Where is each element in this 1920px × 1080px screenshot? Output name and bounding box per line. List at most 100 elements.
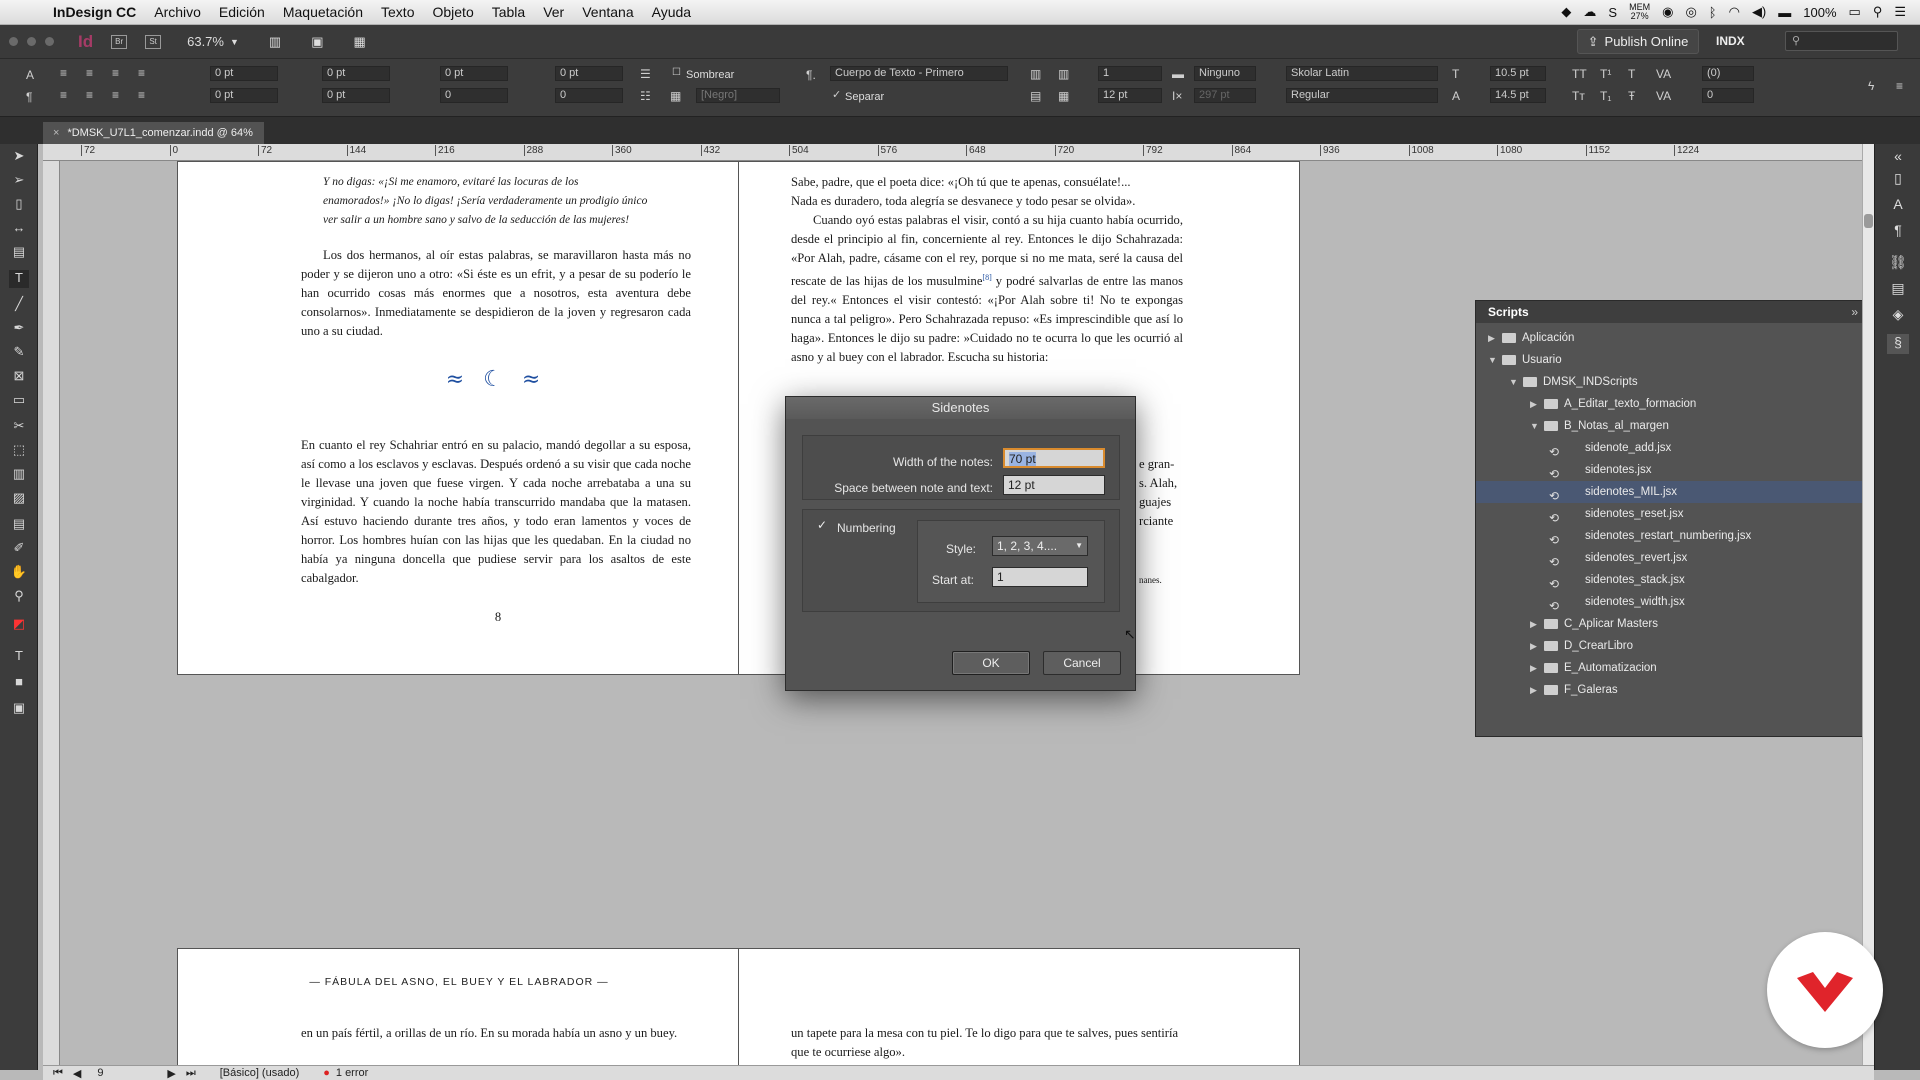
columns-field[interactable]: 1 <box>1098 66 1162 81</box>
horizontal-ruler[interactable]: 72 0 72 144 216 288 360 432 504 576 648 720 792 864 93… <box>43 144 1869 161</box>
chevron-down-icon[interactable]: ▼ <box>230 37 239 47</box>
underline-icon[interactable]: T <box>1628 67 1635 81</box>
menu-archivo[interactable]: Archivo <box>145 4 210 20</box>
articles-panel-icon[interactable]: ▤ <box>1887 280 1909 300</box>
dropcap-lines-field[interactable]: 0 <box>440 88 508 103</box>
left-indent-field[interactable]: 0 pt <box>210 66 278 81</box>
strikethrough-icon[interactable]: Ŧ <box>1628 89 1635 103</box>
scripts-file-row[interactable]: ⟲ sidenotes_width.jsx <box>1476 591 1871 613</box>
menu-objeto[interactable]: Objeto <box>423 4 482 20</box>
lower-left-text[interactable]: en un país fértil, a orillas de un río. … <box>301 1024 691 1043</box>
menu-maquetacion[interactable]: Maquetación <box>274 4 372 20</box>
scripts-panel-title[interactable]: Scripts » ≡ <box>1476 301 1884 323</box>
scripts-folder-row[interactable]: ▶ A_Editar_texto_formacion <box>1476 393 1871 415</box>
scripts-folder-row[interactable]: ▶ C_Aplicar Masters <box>1476 613 1871 635</box>
columns-icon[interactable]: ▥ <box>1030 67 1041 81</box>
type-tool-icon[interactable]: T <box>9 270 29 288</box>
space-before-field[interactable]: 0 pt <box>440 66 508 81</box>
gradient-tool-icon[interactable]: ▥ <box>9 466 29 484</box>
direct-selection-tool-icon[interactable]: ➢ <box>9 172 29 190</box>
screen-mode-icon[interactable]: ▣ <box>9 700 29 718</box>
justify-right-icon[interactable]: ≡ <box>112 88 119 102</box>
bluetooth-icon[interactable]: ᛒ <box>1709 5 1717 20</box>
document-tab[interactable]: × *DMSK_U7L1_comenzar.indd @ 64% <box>43 122 264 144</box>
last-line-indent-field[interactable]: 0 pt <box>322 88 390 103</box>
volume-icon[interactable]: ◀) <box>1752 4 1766 20</box>
zoom-level[interactable]: 63.7% <box>187 34 224 49</box>
scripts-file-row[interactable]: ⟲ sidenotes_reset.jsx <box>1476 503 1871 525</box>
disclosure-closed-icon[interactable]: ▶ <box>1488 327 1495 349</box>
last-page-icon[interactable]: ⏭ <box>186 1067 196 1080</box>
column-width-field[interactable]: 297 pt <box>1194 88 1256 103</box>
app-menu[interactable]: InDesign CC <box>44 4 145 20</box>
content-collector-icon[interactable]: ▤ <box>9 244 29 262</box>
zoom-window-button[interactable] <box>45 37 54 46</box>
separate-checkbox[interactable]: ✓ <box>832 88 841 101</box>
close-window-button[interactable] <box>9 37 18 46</box>
body-paragraph-2[interactable]: En cuanto el rey Schahriar entró en su p… <box>301 436 691 588</box>
kerning-field[interactable]: (0) <box>1702 66 1754 81</box>
scripts-folder-row[interactable]: ▶ E_Automatizacion <box>1476 657 1871 679</box>
lower-right-text[interactable]: un tapete para la mesa con tu piel. Te l… <box>791 1024 1183 1062</box>
font-family-select[interactable]: Skolar Latin <box>1286 66 1438 81</box>
stock-button[interactable]: St <box>145 34 162 49</box>
scripts-folder-row[interactable]: ▶ D_CrearLibro <box>1476 635 1871 657</box>
layers-panel-icon[interactable]: ◈ <box>1887 306 1909 326</box>
zoom-tool-icon[interactable]: ⚲ <box>9 588 29 606</box>
scripts-file-row[interactable]: ⟲ sidenote_add.jsx <box>1476 437 1871 459</box>
pen-tool-icon[interactable]: ✒ <box>9 320 29 338</box>
justify-left-icon[interactable]: ≡ <box>60 88 67 102</box>
arrange-documents-icon[interactable]: ▦ <box>354 34 366 50</box>
gutter-field[interactable]: 12 pt <box>1098 88 1162 103</box>
bulleted-list-icon[interactable]: ☰ <box>640 67 651 81</box>
preflight-errors[interactable]: 1 error <box>336 1067 368 1079</box>
flag-icon[interactable]: ▬ <box>1778 5 1791 20</box>
formatting-affects-text-icon[interactable]: T <box>9 648 29 666</box>
menu-ventana[interactable]: Ventana <box>573 4 642 20</box>
first-page-icon[interactable]: ⏮ <box>53 1067 63 1080</box>
space-between-field[interactable]: 12 pt <box>1003 475 1105 495</box>
minimize-window-button[interactable] <box>27 37 36 46</box>
menu-tabla[interactable]: Tabla <box>483 4 534 20</box>
page-left[interactable]: Y no digas: «¡Si me enamoro, evitaré las… <box>177 161 739 675</box>
apply-color-icon[interactable]: ■ <box>9 674 29 692</box>
gap-tool-icon[interactable]: ↔ <box>9 220 29 238</box>
menu-edicion[interactable]: Edición <box>210 4 274 20</box>
scripts-file-row[interactable]: ⟲ sidenotes_restart_numbering.jsx <box>1476 525 1871 547</box>
disclosure-closed-icon[interactable]: ▶ <box>1530 635 1537 657</box>
gradient-feather-tool-icon[interactable]: ▨ <box>9 490 29 508</box>
record-icon[interactable]: ◉ <box>1662 4 1673 20</box>
baseline-grid-select[interactable]: Ninguno <box>1194 66 1256 81</box>
eyedropper-tool-icon[interactable]: ✐ <box>9 540 29 558</box>
pencil-tool-icon[interactable]: ✎ <box>9 344 29 362</box>
spotlight-search-icon[interactable]: ⚲ <box>1873 4 1883 20</box>
vertical-ruler[interactable] <box>43 161 60 1068</box>
scripts-file-row[interactable]: ⟲ sidenotes_revert.jsx <box>1476 547 1871 569</box>
disclosure-closed-icon[interactable]: ▶ <box>1530 393 1537 415</box>
scripts-file-row[interactable]: ⟲ sidenotes_MIL.jsx <box>1476 481 1871 503</box>
body-paragraph-3[interactable]: Cuando oyó estas palabras el visir, cont… <box>791 211 1183 367</box>
disclosure-closed-icon[interactable]: ▶ <box>1530 613 1537 635</box>
body-paragraph-1[interactable]: Los dos hermanos, al oír estas palabras,… <box>301 246 691 341</box>
selection-tool-icon[interactable]: ➤ <box>9 148 29 166</box>
wifi-icon[interactable]: ◠ <box>1729 4 1740 20</box>
collapse-dock-icon[interactable]: « <box>1887 148 1909 168</box>
links-panel-icon[interactable]: ⛓ <box>1887 254 1909 274</box>
menu-ayuda[interactable]: Ayuda <box>643 4 700 20</box>
tracking-field[interactable]: 0 <box>1702 88 1754 103</box>
battery-icon[interactable]: ▭ <box>1849 4 1861 20</box>
dropcap-chars-field[interactable]: 0 <box>555 88 623 103</box>
ok-button[interactable]: OK <box>952 651 1030 675</box>
fill-stroke-icon[interactable]: ◩ <box>9 616 29 634</box>
hand-tool-icon[interactable]: ✋ <box>9 564 29 582</box>
next-page-icon[interactable]: ▶ <box>167 1067 175 1080</box>
span-columns-icon[interactable]: ▤ <box>1030 89 1041 103</box>
style-select[interactable]: 1, 2, 3, 4.... ▼ <box>992 536 1088 556</box>
width-of-notes-field[interactable]: 70 pt <box>1003 448 1105 468</box>
disclosure-closed-icon[interactable]: ▶ <box>1530 657 1537 679</box>
menu-texto[interactable]: Texto <box>372 4 423 20</box>
justify-center-icon[interactable]: ≡ <box>86 88 93 102</box>
disclosure-open-icon[interactable]: ▼ <box>1530 415 1539 437</box>
disclosure-open-icon[interactable]: ▼ <box>1488 349 1497 371</box>
space-after-field[interactable]: 0 pt <box>555 66 623 81</box>
